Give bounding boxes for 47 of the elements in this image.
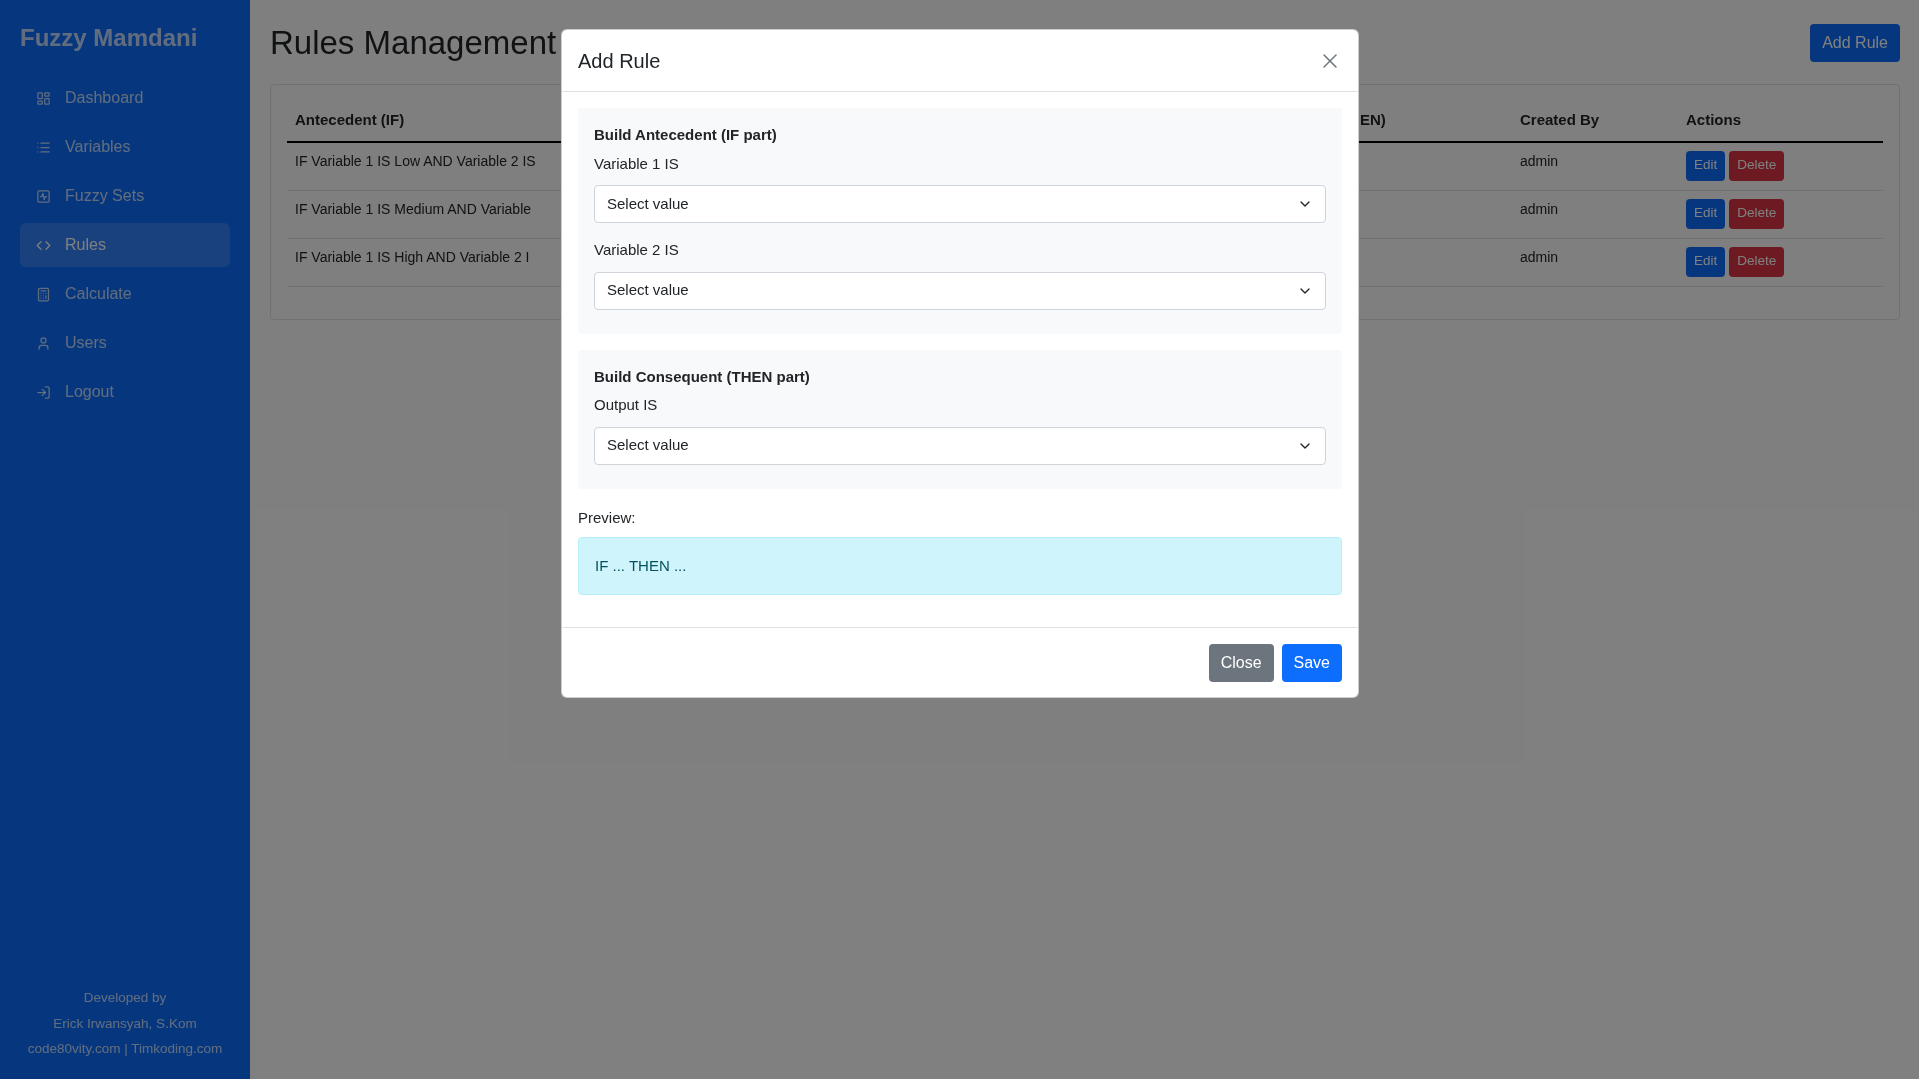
section-heading: Build Consequent (THEN part) [594,366,811,387]
add-rule-button[interactable]: Add Rule [1810,24,1900,62]
column-header: Actions [1685,110,1742,131]
close-button[interactable]: Close [1208,643,1274,682]
table-cell-text: admin [1519,199,1560,219]
edit-button[interactable]: Edit [1686,246,1726,277]
footer-text: code80vity.com | Timkoding.com [27,1039,223,1058]
delete-button[interactable]: Delete [1729,246,1785,277]
nav-item[interactable]: Fuzzy Sets [20,174,230,218]
edit-button[interactable]: Edit [1686,150,1726,181]
footer-text: Developed by [83,989,167,1008]
preview-box: IF ... THEN ... [578,537,1342,595]
table-cell-text: IF Variable 1 IS Low AND Variable 2 IS [294,151,537,171]
column-header: Created By [1519,110,1601,131]
select-field[interactable]: Select value [594,185,1326,223]
field-label: Variable 1 IS [594,153,680,174]
field-label: Variable 2 IS [594,240,680,260]
nav-item[interactable]: Dashboard [20,76,230,120]
select-field[interactable]: Select value [594,271,1326,310]
table-cell-text: IF Variable 1 IS Medium AND Variable [294,199,533,219]
column-header: Antecedent (IF) [294,110,406,131]
edit-button[interactable]: Edit [1686,198,1726,229]
delete-button[interactable]: Delete [1729,198,1785,229]
save-button[interactable]: Save [1281,643,1342,682]
footer-text: Erick Irwansyah, S.Kom [53,1014,197,1033]
preview-label: Preview: [578,507,637,528]
nav-item[interactable]: Variables [20,125,230,169]
dashboard-icon [36,90,51,106]
chart-icon [36,188,51,204]
column-header: EN) [1359,110,1387,131]
section-heading: Build Antecedent (IF part) [594,125,778,145]
calculator-icon [36,286,51,302]
table-cell-text: IF Variable 1 IS High AND Variable 2 I [294,247,531,267]
modal-title: Add Rule [578,48,661,74]
brand-title: Fuzzy Mamdani [20,23,199,53]
exit-icon [36,384,51,400]
page-title: Rules Management [270,23,557,63]
table-cell-text: admin [1519,247,1560,267]
field-label: Output IS [594,395,659,415]
nav-item[interactable]: Users [20,321,230,365]
list-icon [36,139,51,155]
delete-button[interactable]: Delete [1729,150,1785,181]
nav-item[interactable]: Logout [20,370,230,414]
table-cell-text: admin [1519,151,1560,171]
nav-item[interactable]: Calculate [20,272,230,316]
user-icon [36,335,51,351]
select-field[interactable]: Select value [594,426,1326,465]
